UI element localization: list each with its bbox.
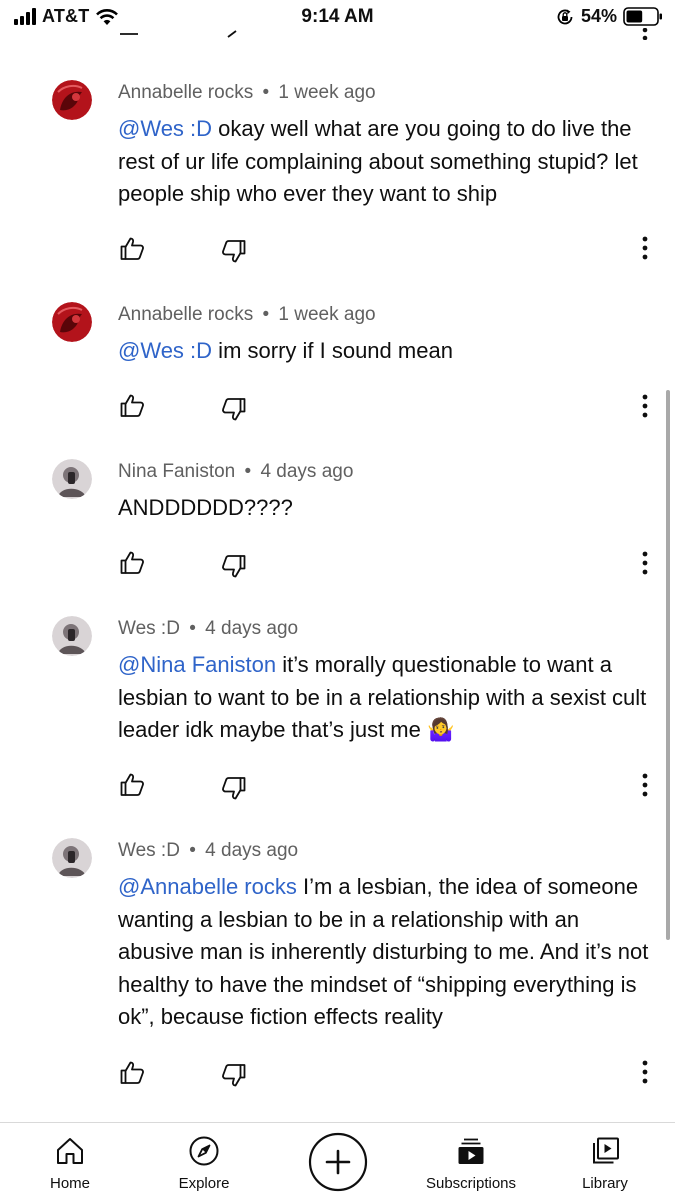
comment-meta: Nina Faniston • 4 days ago bbox=[118, 461, 353, 483]
dislike-button[interactable] bbox=[220, 396, 248, 424]
nav-library[interactable]: Library bbox=[545, 1123, 665, 1200]
thumbs-down-icon bbox=[222, 240, 246, 263]
comment-meta: Annabelle rocks • 1 week ago bbox=[118, 82, 376, 104]
avatar[interactable] bbox=[52, 80, 92, 120]
avatar[interactable] bbox=[52, 616, 92, 656]
vertical-dots-icon bbox=[642, 551, 648, 575]
comment-text: ANDDDDDD???? bbox=[118, 492, 653, 525]
thumbs-up-icon bbox=[120, 394, 144, 417]
photo-avatar-icon bbox=[52, 616, 92, 656]
dislike-button[interactable] bbox=[220, 238, 248, 266]
photo-avatar-icon bbox=[52, 459, 92, 499]
comment-text: @Annabelle rocks I’m a lesbian, the idea… bbox=[118, 871, 653, 1034]
thumbs-up-icon bbox=[120, 1061, 144, 1084]
nav-home[interactable]: Home bbox=[10, 1123, 130, 1200]
mention-link[interactable]: @Wes :D bbox=[118, 116, 212, 141]
red-avatar-icon bbox=[52, 80, 92, 120]
dislike-button[interactable] bbox=[220, 553, 248, 581]
scrollbar-thumb[interactable] bbox=[666, 390, 670, 940]
subscriptions-icon bbox=[458, 1138, 484, 1164]
comment-text: @Wes :D okay well what are you going to … bbox=[118, 113, 653, 211]
comment-text: @Nina Faniston it’s morally questionable… bbox=[118, 649, 653, 747]
author-name[interactable]: Wes :D bbox=[118, 618, 180, 639]
comment-age: 4 days ago bbox=[205, 618, 299, 639]
avatar[interactable] bbox=[52, 838, 92, 878]
mention-link[interactable]: @Annabelle rocks bbox=[118, 874, 297, 899]
meta-separator: • bbox=[262, 304, 270, 325]
author-name[interactable]: Annabelle rocks bbox=[118, 304, 253, 325]
photo-avatar-icon bbox=[52, 838, 92, 878]
comment-age: 4 days ago bbox=[205, 840, 299, 861]
comment-age: 1 week ago bbox=[278, 304, 376, 325]
thumbs-down-icon bbox=[222, 1064, 246, 1087]
battery-icon bbox=[623, 7, 662, 26]
comment-meta: Annabelle rocks • 1 week ago bbox=[118, 304, 376, 326]
nav-library-label: Library bbox=[582, 1175, 628, 1192]
like-button[interactable] bbox=[118, 1058, 146, 1086]
partial-action-row bbox=[120, 28, 648, 40]
nav-subscriptions[interactable]: Subscriptions bbox=[411, 1123, 531, 1200]
thumbs-down-icon bbox=[222, 555, 246, 578]
mention-link[interactable]: @Nina Faniston bbox=[118, 652, 276, 677]
meta-separator: • bbox=[244, 461, 252, 482]
avatar[interactable] bbox=[52, 459, 92, 499]
like-button[interactable] bbox=[118, 770, 146, 798]
comment-meta: Wes :D • 4 days ago bbox=[118, 618, 298, 640]
comment-meta: Wes :D • 4 days ago bbox=[118, 840, 298, 862]
thumbs-up-icon bbox=[120, 237, 144, 260]
meta-separator: • bbox=[189, 840, 196, 861]
meta-separator: • bbox=[189, 618, 196, 639]
thumbs-down-icon bbox=[222, 777, 246, 800]
vertical-dots-icon bbox=[642, 394, 648, 418]
thumbs-up-icon bbox=[120, 551, 144, 574]
home-icon bbox=[57, 1138, 83, 1164]
vertical-dots-icon bbox=[642, 773, 648, 797]
compass-icon bbox=[189, 1136, 219, 1166]
nav-subscriptions-label: Subscriptions bbox=[425, 1175, 517, 1192]
more-options-button[interactable] bbox=[633, 234, 657, 262]
more-options-button[interactable] bbox=[633, 392, 657, 420]
status-right: 54% bbox=[555, 6, 663, 27]
more-options-button[interactable] bbox=[633, 771, 657, 799]
dislike-button[interactable] bbox=[220, 775, 248, 803]
bottom-navigation: Home Explore Subscriptions Library bbox=[0, 1122, 675, 1200]
like-button[interactable] bbox=[118, 391, 146, 419]
create-button[interactable] bbox=[308, 1132, 368, 1192]
thumbs-up-icon bbox=[120, 773, 144, 796]
comment-age: 1 week ago bbox=[278, 82, 376, 103]
vertical-dots-icon bbox=[642, 236, 648, 260]
author-name[interactable]: Nina Faniston bbox=[118, 461, 235, 482]
nav-explore-label: Explore bbox=[178, 1175, 230, 1192]
meta-separator: • bbox=[262, 82, 270, 103]
avatar[interactable] bbox=[52, 302, 92, 342]
rotation-lock-icon bbox=[557, 9, 573, 24]
dislike-button[interactable] bbox=[220, 1062, 248, 1090]
like-button[interactable] bbox=[118, 548, 146, 576]
red-avatar-icon bbox=[52, 302, 92, 342]
more-options-button[interactable] bbox=[633, 1058, 657, 1086]
author-name[interactable]: Wes :D bbox=[118, 840, 180, 861]
library-icon bbox=[593, 1137, 619, 1164]
comment-text: @Wes :D im sorry if I sound mean bbox=[118, 335, 653, 368]
mention-link[interactable]: @Wes :D bbox=[118, 338, 212, 363]
like-button[interactable] bbox=[118, 234, 146, 262]
thumbs-down-icon bbox=[222, 398, 246, 421]
comment-body: ANDDDDDD???? bbox=[118, 495, 293, 520]
comment-age: 4 days ago bbox=[260, 461, 354, 482]
more-options-button[interactable] bbox=[633, 549, 657, 577]
battery-percent: 54% bbox=[580, 6, 617, 26]
nav-home-label: Home bbox=[49, 1175, 90, 1192]
author-name[interactable]: Annabelle rocks bbox=[118, 82, 253, 103]
vertical-dots-icon bbox=[642, 1060, 648, 1084]
comment-body: im sorry if I sound mean bbox=[212, 338, 453, 363]
nav-explore[interactable]: Explore bbox=[144, 1123, 264, 1200]
